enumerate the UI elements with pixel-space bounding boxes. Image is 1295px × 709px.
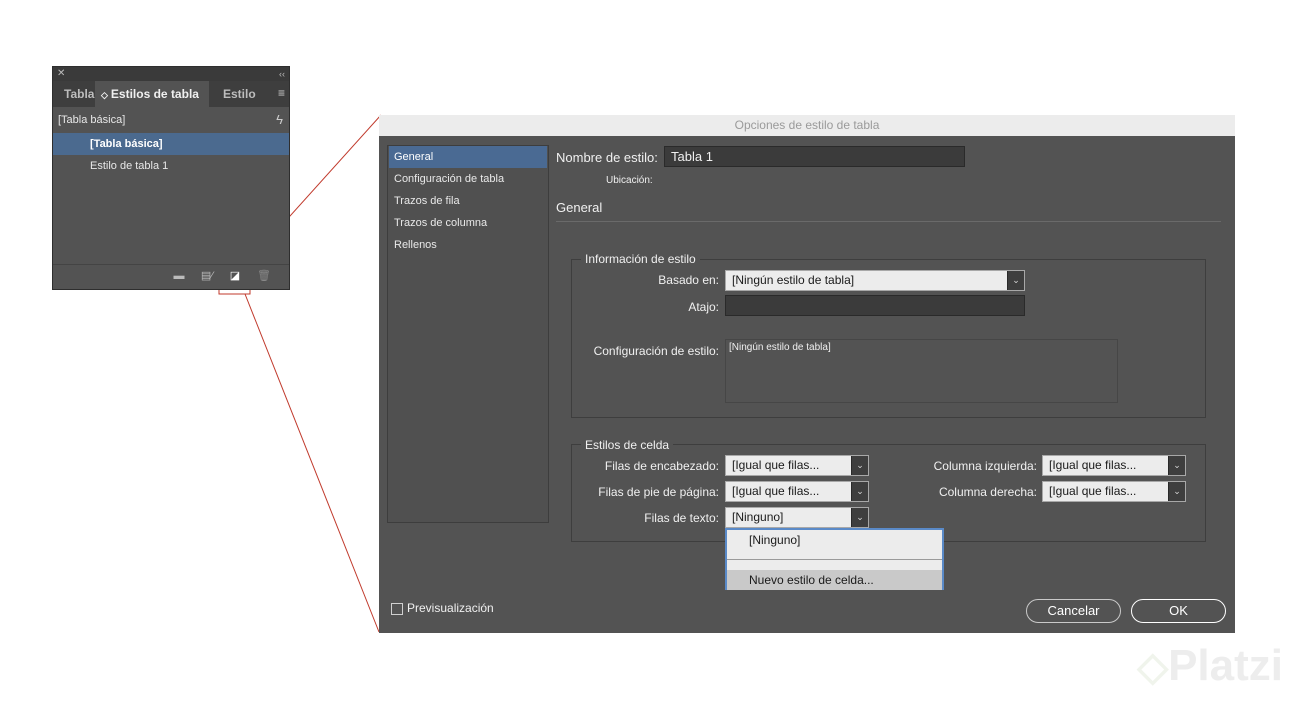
style-name-input[interactable]: Tabla 1 xyxy=(664,146,965,167)
tab-tabla[interactable]: Tabla xyxy=(53,81,95,107)
style-settings-label: Configuración de estilo: xyxy=(593,344,719,358)
lightning-icon[interactable]: ϟ xyxy=(276,109,283,131)
footer-rows-label: Filas de pie de página: xyxy=(598,485,719,499)
style-settings-value: [Ningún estilo de tabla] xyxy=(729,342,831,353)
preview-label: Previsualización xyxy=(407,601,494,615)
sidebar-item-row-strokes[interactable]: Trazos de fila xyxy=(389,190,547,212)
panel-titlebar: ✕ ‹‹ xyxy=(53,67,289,81)
body-rows-select[interactable]: [Ninguno] ⌄ xyxy=(725,507,869,528)
current-style-row: [Tabla básica] ϟ xyxy=(53,109,289,131)
chevron-down-icon: ⌄ xyxy=(851,456,868,475)
left-column-label: Columna izquierda: xyxy=(933,459,1037,473)
panel-tabs: Tabla ◇ Estilos de tabla Estilo ≡ xyxy=(53,81,289,107)
chevron-down-icon: ⌄ xyxy=(1168,456,1185,475)
platzi-watermark: ◇Platzi xyxy=(1137,641,1283,690)
cancel-button[interactable]: Cancelar xyxy=(1026,599,1121,623)
sidebar-item-fills[interactable]: Rellenos xyxy=(389,234,547,256)
arrows-icon: ◇ xyxy=(101,90,108,100)
close-icon[interactable]: ✕ xyxy=(57,67,65,81)
preview-checkbox[interactable] xyxy=(391,603,403,615)
body-rows-dropdown-menu: [Ninguno] Nuevo estilo de celda... xyxy=(725,528,944,590)
based-on-select[interactable]: [Ningún estilo de tabla] ⌄ xyxy=(725,270,1025,291)
sidebar-item-general[interactable]: General xyxy=(389,146,547,168)
cell-styles-title: Estilos de celda xyxy=(581,438,674,452)
menu-item-new-cell-style[interactable]: Nuevo estilo de celda... xyxy=(727,570,942,590)
collapse-icon[interactable]: ‹‹ xyxy=(279,67,285,81)
shortcut-label: Atajo: xyxy=(688,300,719,314)
chevron-down-icon: ⌄ xyxy=(851,482,868,501)
style-settings-box: [Ningún estilo de tabla] xyxy=(725,339,1118,403)
sidebar-item-column-strokes[interactable]: Trazos de columna xyxy=(389,212,547,234)
header-rows-select[interactable]: [Igual que filas... ⌄ xyxy=(725,455,869,476)
style-override-icon[interactable]: ▤⁄ xyxy=(197,271,217,282)
tab-estilos-de-tabla[interactable]: ◇ Estilos de tabla xyxy=(95,81,209,107)
platzi-logo-icon: ◇ xyxy=(1137,645,1169,689)
style-list-item[interactable]: [Tabla básica] xyxy=(53,133,289,155)
tab-estilo[interactable]: Estilo xyxy=(209,81,263,107)
based-on-label: Basado en: xyxy=(658,273,719,287)
ok-button[interactable]: OK xyxy=(1131,599,1226,623)
menu-separator xyxy=(727,559,942,560)
shortcut-input[interactable] xyxy=(725,295,1025,316)
chevron-down-icon: ⌄ xyxy=(851,508,868,527)
body-rows-label: Filas de texto: xyxy=(644,511,719,525)
left-column-select[interactable]: [Igual que filas... ⌄ xyxy=(1042,455,1186,476)
footer-rows-select[interactable]: [Igual que filas... ⌄ xyxy=(725,481,869,502)
sidebar-item-table-setup[interactable]: Configuración de tabla xyxy=(389,168,547,190)
menu-icon[interactable]: ≡ xyxy=(278,86,285,100)
table-styles-panel: ✕ ‹‹ Tabla ◇ Estilos de tabla Estilo ≡ [T… xyxy=(52,66,290,290)
folder-icon[interactable]: ▬ xyxy=(173,271,185,282)
panel-footer: ▬ ▤⁄ ◪ 🗑 xyxy=(53,264,289,290)
style-info-title: Información de estilo xyxy=(581,252,700,266)
new-style-icon[interactable]: ◪ xyxy=(229,271,241,282)
style-list-item[interactable]: Estilo de tabla 1 xyxy=(53,155,289,177)
trash-icon[interactable]: 🗑 xyxy=(257,271,271,282)
dialog-title: Opciones de estilo de tabla xyxy=(379,115,1235,136)
location-label: Ubicación: xyxy=(606,175,653,186)
chevron-down-icon: ⌄ xyxy=(1168,482,1185,501)
right-column-label: Columna derecha: xyxy=(938,485,1037,499)
section-title: General xyxy=(556,200,603,215)
menu-item-none[interactable]: [Ninguno] xyxy=(727,530,942,550)
style-name-label: Nombre de estilo: xyxy=(556,150,658,165)
section-divider xyxy=(556,221,1221,222)
dialog-sidebar: General Configuración de tabla Trazos de… xyxy=(387,145,549,523)
header-rows-label: Filas de encabezado: xyxy=(604,459,719,473)
chevron-down-icon: ⌄ xyxy=(1007,271,1024,290)
right-column-select[interactable]: [Igual que filas... ⌄ xyxy=(1042,481,1186,502)
